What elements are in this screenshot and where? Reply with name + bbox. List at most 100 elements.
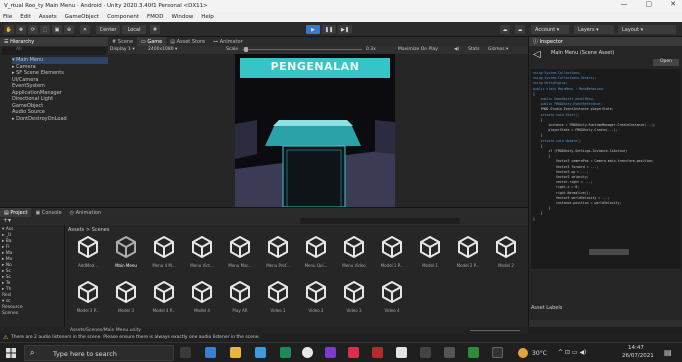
asset-item[interactable]: Menu Video xyxy=(334,235,374,286)
asset-item[interactable]: Menu 4 M... xyxy=(144,235,184,286)
collab-icon[interactable]: ☁ xyxy=(500,25,510,34)
unity-hub-icon[interactable] xyxy=(420,347,431,358)
store-icon[interactable] xyxy=(255,347,266,358)
resolution-dropdown[interactable]: 2400x1080 ▾ xyxy=(148,47,177,52)
space-toggle[interactable]: Local xyxy=(122,25,146,34)
hand-tool-icon[interactable]: ✋ xyxy=(4,25,14,34)
rect-tool-icon[interactable]: ▣ xyxy=(52,25,62,34)
asset-item[interactable]: Video 4 xyxy=(372,280,412,331)
close-button[interactable]: ✕ xyxy=(670,0,676,8)
maximize-on-play-toggle[interactable]: Maximize On Play xyxy=(398,47,438,52)
status-message[interactable]: There are 2 audio listeners in the scene… xyxy=(11,335,260,340)
hierarchy-search[interactable]: All xyxy=(2,47,106,55)
tab-animator[interactable]: ⊶ Animator xyxy=(209,37,247,46)
app-icon-purple[interactable] xyxy=(325,347,336,358)
clock-date[interactable]: 26/07/2021 xyxy=(622,353,654,359)
tab-console[interactable]: ▣ Console xyxy=(31,208,66,217)
asset-item[interactable]: Model 4 xyxy=(182,280,222,331)
minimize-button[interactable]: — xyxy=(621,0,628,8)
hierarchy-item[interactable]: ▸ DontDestroyOnLoad xyxy=(12,116,108,123)
scale-slider-handle[interactable] xyxy=(244,47,248,52)
game-render[interactable]: PENGENALAN xyxy=(235,54,395,207)
temperature[interactable]: 30°C xyxy=(532,350,547,357)
pause-icon[interactable]: ❚❚ xyxy=(322,25,336,34)
app-icon-square[interactable] xyxy=(492,347,503,358)
tab-project[interactable]: ▤ Project xyxy=(0,208,32,217)
taskbar-search-input[interactable]: ⌕ Type here to search xyxy=(24,345,174,361)
project-search-input[interactable] xyxy=(300,218,460,224)
asset-item[interactable]: Menu Qui... xyxy=(296,235,336,286)
menu-fmod[interactable]: FMOD xyxy=(147,14,163,20)
tab-scene[interactable]: # Scene xyxy=(108,37,138,46)
rotate-tool-icon[interactable]: ⟳ xyxy=(28,25,38,34)
system-tray-icons[interactable]: ^ ⊡ ▭ ◀) xyxy=(558,349,586,356)
asset-item[interactable]: Model 2 P... xyxy=(448,235,488,286)
asset-item[interactable]: Model 2 xyxy=(486,235,526,286)
icon-size-slider[interactable] xyxy=(470,330,520,331)
asset-item[interactable]: Model 3 P... xyxy=(68,280,108,331)
gizmos-dropdown[interactable]: Gizmos ▾ xyxy=(488,47,508,52)
asset-item[interactable]: Model 3 xyxy=(106,280,146,331)
play-icon[interactable]: ▶ xyxy=(306,25,320,34)
maximize-button[interactable]: ▢ xyxy=(646,0,653,8)
folder-item[interactable]: Scenes xyxy=(2,311,62,317)
asset-item[interactable]: Video 3 xyxy=(334,280,374,331)
scale-tool-icon[interactable]: ⬚ xyxy=(40,25,50,34)
file-explorer-icon[interactable] xyxy=(230,347,241,358)
menu-help[interactable]: Help xyxy=(201,14,214,20)
asset-item[interactable]: Video 2 xyxy=(296,280,336,331)
menu-file[interactable]: File xyxy=(3,14,12,20)
menu-assets[interactable]: Assets xyxy=(39,14,57,20)
stats-toggle[interactable]: Stats xyxy=(468,47,480,52)
transform-tool-icon[interactable]: ⊕ xyxy=(64,25,74,34)
app-icon-white[interactable] xyxy=(396,347,407,358)
asset-item[interactable]: Model 4 P... xyxy=(144,280,184,331)
clock-time[interactable]: 14:47 xyxy=(628,345,644,351)
media-player-icon[interactable] xyxy=(302,347,313,358)
tab-asset-store[interactable]: ▤ Asset Store xyxy=(166,37,210,46)
asset-item[interactable]: Menu Mar... xyxy=(220,235,260,286)
project-splitter[interactable] xyxy=(64,225,65,328)
tab-inspector[interactable]: ⓘ Inspector xyxy=(529,37,682,46)
preview-scrollbar[interactable] xyxy=(589,249,629,255)
grid-icon[interactable]: # xyxy=(150,25,160,34)
asset-item[interactable]: Menu Prof... xyxy=(258,235,298,286)
menu-component[interactable]: Component xyxy=(107,14,139,20)
app-icon-green[interactable] xyxy=(468,347,479,358)
display-dropdown[interactable]: Display 1 ▾ xyxy=(110,47,135,52)
open-button[interactable]: Open xyxy=(653,59,679,66)
asset-item[interactable]: Menu Vict... xyxy=(182,235,222,286)
whatsapp-icon[interactable] xyxy=(280,347,291,358)
tab-animation[interactable]: ◷ Animation xyxy=(65,208,106,217)
asset-item[interactable]: Model 1 xyxy=(410,235,450,286)
task-view-icon[interactable] xyxy=(180,347,191,358)
layout-dropdown[interactable]: Layout ▾ xyxy=(618,25,676,34)
custom-tool-icon[interactable]: ✕ xyxy=(80,25,90,34)
menu-window[interactable]: Window xyxy=(172,14,194,20)
tab-game[interactable]: ▭ Game xyxy=(137,37,167,46)
asset-item[interactable]: Main Menu xyxy=(106,235,146,286)
asset-item[interactable]: Model 1 P... xyxy=(372,235,412,286)
move-tool-icon[interactable]: ✥ xyxy=(16,25,26,34)
account-dropdown[interactable]: Account ▾ xyxy=(531,25,569,34)
notifications-icon[interactable]: ▤ xyxy=(664,348,672,357)
step-icon[interactable]: ▶❚ xyxy=(338,25,352,34)
layers-dropdown[interactable]: Layers ▾ xyxy=(574,25,614,34)
asset-item[interactable]: Video 1 xyxy=(258,280,298,331)
add-asset-button[interactable]: +▾ xyxy=(3,217,11,224)
menu-edit[interactable]: Edit xyxy=(20,14,31,20)
menu-gameobject[interactable]: GameObject xyxy=(65,14,99,20)
cloud-icon[interactable]: ☁ xyxy=(515,25,525,34)
asset-item[interactable]: AddMod... xyxy=(68,235,108,286)
asset-bundle-row[interactable] xyxy=(529,320,682,327)
asset-item[interactable]: Play AR xyxy=(220,280,260,331)
tab-hierarchy[interactable]: ☰ Hierarchy xyxy=(0,37,108,46)
scale-slider[interactable] xyxy=(242,49,362,50)
breadcrumb[interactable]: Assets > Scenes xyxy=(68,227,110,233)
app-icon-red[interactable] xyxy=(348,347,359,358)
mute-audio-icon[interactable]: ◀) xyxy=(454,47,459,52)
app-icon-darkred[interactable] xyxy=(372,347,383,358)
unity-editor-icon[interactable] xyxy=(444,347,455,358)
pivot-toggle[interactable]: Center xyxy=(96,25,120,34)
windows-icon[interactable] xyxy=(6,348,16,358)
